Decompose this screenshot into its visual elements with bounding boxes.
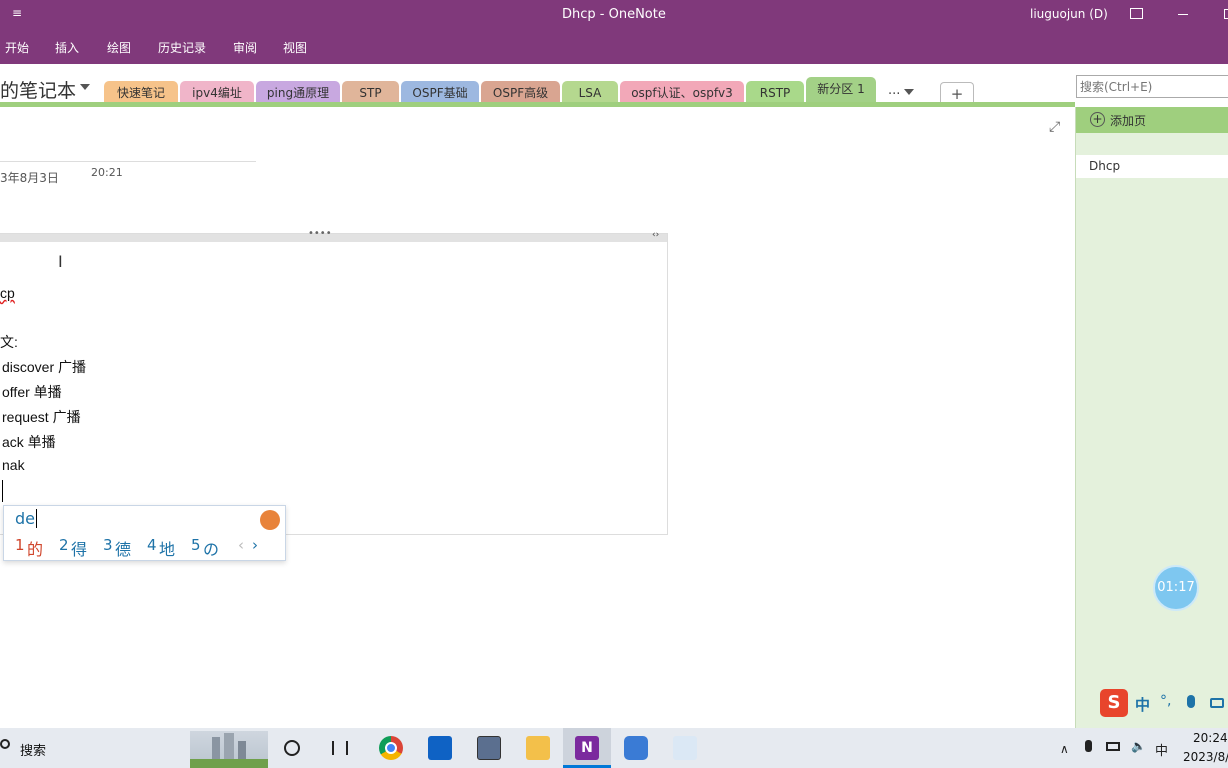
recording-timer[interactable]: 01:17	[1153, 565, 1199, 611]
note-line[interactable]: nak	[2, 457, 25, 473]
notebook-name[interactable]: 的笔记本	[0, 76, 76, 103]
ime-candidate-5-num[interactable]: 5	[191, 536, 201, 554]
ime-next-page-icon[interactable]: ›	[252, 536, 258, 554]
title-underline	[0, 161, 256, 162]
quick-access-icon[interactable]: ≡	[12, 6, 22, 20]
window-title: Dhcp - OneNote	[562, 7, 666, 22]
note-line[interactable]: offer 单播	[2, 382, 62, 402]
teams-like-icon[interactable]	[673, 736, 697, 760]
note-line[interactable]: ack 单播	[2, 432, 56, 452]
tray-battery-icon[interactable]	[1106, 742, 1120, 751]
sogou-logo-icon[interactable]: S	[1100, 689, 1128, 717]
note-line[interactable]: cp	[0, 285, 15, 301]
note-container-handle[interactable]: •••• ‹›	[0, 228, 667, 242]
file-explorer-icon[interactable]	[526, 736, 550, 760]
caret	[2, 480, 3, 502]
onenote-taskbar-button[interactable]: N	[563, 728, 611, 768]
task-view-icon[interactable]	[332, 741, 348, 755]
ground-shape	[190, 759, 268, 768]
ime-lang-toggle[interactable]: 中	[1135, 694, 1150, 715]
notebook-dropdown-icon[interactable]	[80, 84, 90, 90]
ime-candidate-3-num[interactable]: 3	[103, 536, 113, 554]
page-date: 3年8月3日	[0, 171, 59, 185]
ime-candidate-3[interactable]: 德	[115, 536, 131, 560]
add-page-icon: +	[1090, 112, 1105, 127]
ime-mic-icon[interactable]	[1187, 695, 1195, 708]
tray-ime-indicator[interactable]: 中	[1155, 740, 1168, 759]
search-icon[interactable]	[0, 739, 10, 749]
taskbar-search-highlight-image	[190, 731, 268, 768]
more-sections-dropdown-icon[interactable]	[904, 89, 914, 95]
page-list-item-label: Dhcp	[1089, 159, 1121, 173]
tab-home[interactable]: 开始	[5, 39, 29, 56]
ime-candidate-4-num[interactable]: 4	[147, 536, 157, 554]
taskbar-search-label[interactable]: 搜索	[20, 740, 46, 759]
maximize-icon[interactable]	[1224, 9, 1228, 19]
taskbar	[0, 728, 1228, 768]
ime-skin-icon[interactable]	[260, 510, 280, 530]
ime-candidate-1[interactable]: 的	[27, 536, 43, 560]
title-bar: ≡ Dhcp - OneNote liuguojun (D)	[0, 0, 1228, 31]
taskbar-clock-time[interactable]: 20:24	[1193, 731, 1228, 745]
app-icon[interactable]	[624, 736, 648, 760]
outlook-icon[interactable]	[428, 736, 452, 760]
tab-draw[interactable]: 绘图	[107, 39, 131, 56]
add-page-label: 添加页	[1110, 114, 1147, 128]
minimize-icon[interactable]	[1178, 14, 1188, 15]
tray-volume-icon[interactable]: 🔈	[1131, 739, 1146, 753]
tray-chevron-icon[interactable]: ∧	[1060, 742, 1069, 756]
ime-candidate-1-num[interactable]: 1	[15, 536, 25, 554]
more-sections-button[interactable]: ...	[888, 83, 900, 98]
note-line[interactable]: request 广播	[2, 407, 81, 427]
move-handle-icon[interactable]: ••••	[308, 228, 332, 239]
taskbar-clock-date[interactable]: 2023/8/	[1183, 750, 1228, 764]
ime-toolbar: S 中 °,	[1100, 689, 1228, 717]
ribbon-tabs: 开始 插入 绘图 历史记录 审阅 视图	[0, 31, 1228, 64]
onenote-icon: N	[575, 736, 599, 760]
tab-history[interactable]: 历史记录	[158, 39, 206, 56]
page-time: 20:21	[91, 166, 123, 179]
ime-candidate-5[interactable]: の	[203, 536, 219, 560]
page-canvas[interactable]: ⤢ 3年8月3日 20:21 •••• ‹› I cp 文: discover …	[0, 107, 1075, 728]
tray-mic-icon[interactable]	[1085, 740, 1092, 752]
text-cursor-icon: I	[58, 252, 63, 271]
ime-candidate-2-num[interactable]: 2	[59, 536, 69, 554]
user-account[interactable]: liuguojun (D)	[1030, 7, 1108, 21]
ribbon-display-icon[interactable]	[1130, 8, 1143, 19]
ime-candidate-2[interactable]: 得	[71, 536, 87, 560]
search-input[interactable]	[1076, 75, 1228, 98]
note-line[interactable]: 文:	[0, 332, 18, 352]
note-line[interactable]: discover 广播	[2, 357, 86, 377]
expand-icon[interactable]: ⤢	[1049, 119, 1060, 135]
cortana-icon[interactable]	[284, 740, 300, 756]
section-tab-row: 的笔记本 快速笔记 ipv4编址 ping通原理 STP OSPF基础 OSPF…	[0, 64, 1228, 106]
resize-handle-icon[interactable]: ‹›	[652, 230, 659, 240]
page-list-item[interactable]: Dhcp	[1076, 155, 1228, 178]
pages-pane: + 添加页 Dhcp	[1075, 107, 1228, 728]
chrome-center-icon	[385, 742, 397, 754]
hdx-icon[interactable]	[477, 736, 501, 760]
ime-candidate-4[interactable]: 地	[159, 536, 175, 560]
add-page-button[interactable]: + 添加页	[1076, 107, 1228, 133]
ime-prev-page-icon[interactable]: ‹	[238, 536, 244, 554]
tab-insert[interactable]: 插入	[55, 39, 79, 56]
ime-composition: de	[15, 509, 37, 528]
note-container[interactable]: •••• ‹›	[0, 228, 668, 535]
tab-view[interactable]: 视图	[283, 39, 307, 56]
ime-keyboard-icon[interactable]	[1210, 698, 1224, 708]
ime-punct-toggle[interactable]: °,	[1160, 693, 1171, 709]
tab-review[interactable]: 审阅	[233, 39, 257, 56]
